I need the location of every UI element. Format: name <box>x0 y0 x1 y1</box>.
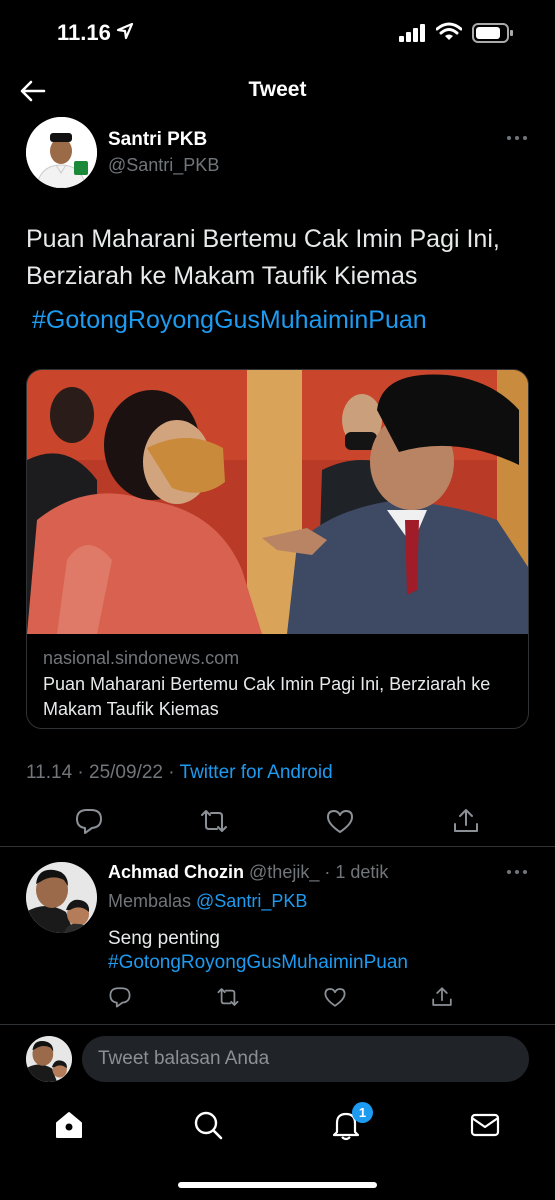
reply-compose-input[interactable] <box>82 1036 529 1082</box>
link-card[interactable]: nasional.sindonews.com Puan Maharani Ber… <box>26 369 529 729</box>
home-icon <box>56 1112 82 1138</box>
more-horizontal-icon <box>507 870 527 874</box>
reply-time: · 1 detik <box>319 862 389 882</box>
reply-like-button[interactable] <box>323 985 347 1009</box>
author-name[interactable]: Santri PKB <box>108 129 207 151</box>
reply-hashtag-link[interactable]: #GotongRoyongGusMuhaiminPuan <box>108 952 408 974</box>
reply-share-button[interactable] <box>430 985 454 1009</box>
reply-reply-button[interactable] <box>108 985 132 1009</box>
link-card-title: Puan Maharani Bertemu Cak Imin Pagi Ini,… <box>43 674 491 719</box>
divider <box>0 1024 555 1025</box>
top-bar: Tweet <box>0 66 555 118</box>
retweet-button[interactable] <box>199 806 229 836</box>
reply-header: Achmad Chozin @thejik_ · 1 detik <box>108 862 388 883</box>
page-title: Tweet <box>248 78 307 101</box>
reply-author-name[interactable]: Achmad Chozin <box>108 862 244 882</box>
author-handle[interactable]: @Santri_PKB <box>108 155 219 176</box>
wifi-icon <box>435 22 463 47</box>
battery-icon <box>472 22 514 49</box>
location-arrow-icon <box>116 22 134 45</box>
retweet-icon <box>201 810 227 832</box>
hashtag-link[interactable]: #GotongRoyongGusMuhaiminPuan <box>32 306 427 335</box>
notification-badge: 1 <box>352 1102 373 1123</box>
divider <box>0 846 555 847</box>
signal-bars-icon <box>399 24 427 47</box>
tweet-actions <box>0 806 555 836</box>
status-bar: 11.16 <box>0 0 555 66</box>
share-icon <box>432 987 452 1006</box>
more-horizontal-icon <box>507 136 527 140</box>
link-card-domain: nasional.sindonews.com <box>43 648 240 668</box>
tab-messages[interactable] <box>468 1108 502 1142</box>
reply-icon <box>76 809 102 834</box>
tab-home[interactable] <box>52 1108 86 1142</box>
retweet-icon <box>217 988 239 1006</box>
reply-more-options-button[interactable] <box>505 862 529 882</box>
share-button[interactable] <box>451 806 481 836</box>
replying-to-label: Membalas <box>108 891 197 911</box>
replying-to-mention[interactable]: @Santri_PKB <box>196 891 307 911</box>
tweet-meta: 11.14 · 25/09/22 · Twitter for Android <box>26 762 333 784</box>
like-button[interactable] <box>325 806 355 836</box>
reply-avatar[interactable] <box>26 862 97 933</box>
status-time: 11.16 <box>57 20 111 45</box>
search-icon <box>194 1111 223 1140</box>
avatar[interactable] <box>26 117 97 188</box>
reply-icon <box>109 987 131 1008</box>
tweet-source-link[interactable]: Twitter for Android <box>180 762 333 783</box>
reply-retweet-button[interactable] <box>216 985 240 1009</box>
envelope-icon <box>470 1113 500 1137</box>
tweet-text: Puan Maharani Bertemu Cak Imin Pagi Ini,… <box>26 225 500 290</box>
reply-author-handle[interactable]: @thejik_ <box>249 862 319 882</box>
more-options-button[interactable] <box>505 128 529 148</box>
heart-icon <box>324 988 346 1007</box>
tab-search[interactable] <box>191 1108 225 1142</box>
home-indicator <box>178 1182 377 1188</box>
replying-to: Membalas @Santri_PKB <box>108 891 307 912</box>
heart-icon <box>327 810 353 833</box>
reply-actions <box>0 985 555 1011</box>
reply-text: Seng penting <box>108 928 220 949</box>
tweet-timestamp: 11.14 · 25/09/22 · <box>26 762 180 783</box>
share-icon <box>454 809 478 832</box>
reply-button[interactable] <box>74 806 104 836</box>
link-card-image <box>27 370 528 634</box>
compose-avatar[interactable] <box>26 1036 72 1082</box>
